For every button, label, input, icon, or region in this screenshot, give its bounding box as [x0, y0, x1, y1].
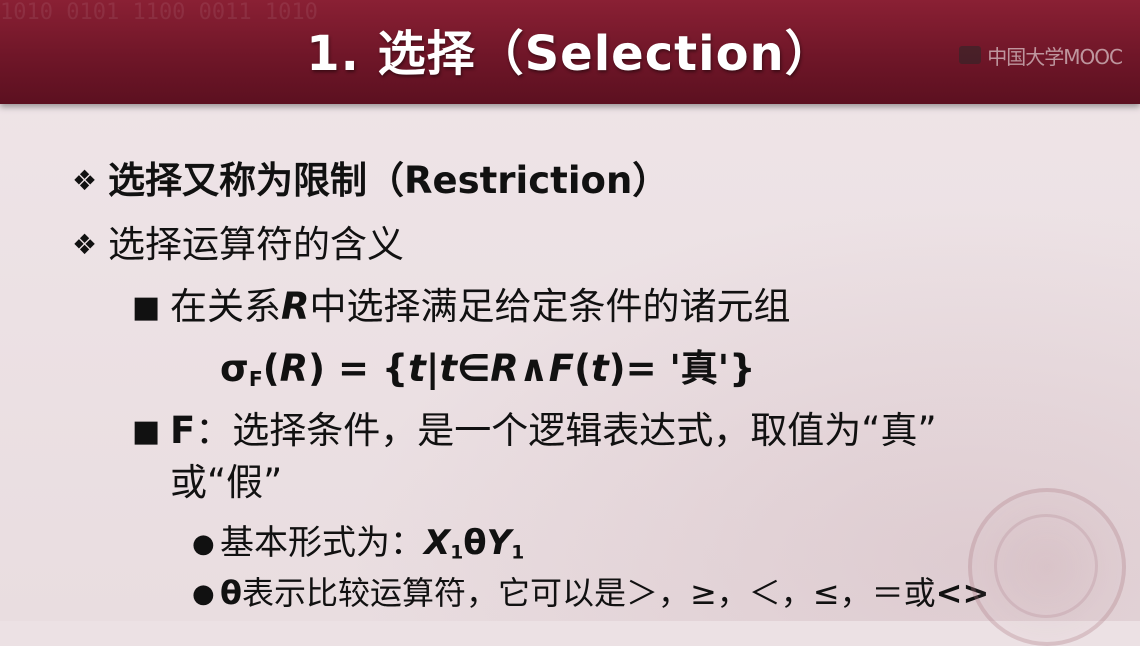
bullet-selection-alias: ❖ 选择又称为限制（Restriction） [72, 150, 669, 204]
title-bar: 1010 0101 1100 0011 1010 1. 选择（Selection… [0, 0, 1140, 104]
y-symbol: Y [486, 523, 512, 563]
mooc-watermark: 中国大学MOOC [959, 42, 1123, 69]
condition-text-cont: 或“假” [170, 461, 283, 504]
diamond-bullet-icon: ❖ [72, 164, 98, 197]
sub-bullet-select-tuples: ■ 在关系R中选择满足给定条件的诸元组 [132, 276, 791, 330]
square-bullet-icon: ■ [132, 290, 161, 325]
formula-bar: | [425, 347, 440, 390]
detail-text: 基本形式为： [220, 523, 424, 563]
formula-relation: R [279, 347, 309, 390]
sub-bullet-condition-cont: 或“假” [170, 452, 282, 506]
detail-text: 表示比较运算符，它可以是＞，≥，＜，≤，＝或 [241, 574, 936, 612]
formula-sigma: σ [220, 347, 249, 390]
formula-end: )= '真'} [608, 347, 756, 390]
relation-symbol: R [281, 285, 310, 328]
bullet-text: 选择运算符的含义 [108, 223, 404, 266]
dot-bullet-icon: ● [192, 529, 215, 559]
x-symbol: X [424, 523, 451, 563]
x-subscript: 1 [450, 542, 464, 564]
formula-lparen: ( [262, 347, 280, 390]
formula-relation: R [490, 347, 519, 390]
mooc-logo-text: 中国大学MOOC [987, 44, 1123, 69]
sub-bullet-text-pre: 在关系 [170, 285, 281, 328]
formula-t: t [590, 347, 609, 390]
formula-and: ∧ [518, 347, 549, 390]
university-seal-watermark [968, 488, 1126, 646]
formula-in: ∈ [457, 347, 491, 390]
formula-subscript: F [248, 367, 263, 392]
square-bullet-icon: ■ [132, 414, 161, 449]
formula-t: t [408, 347, 426, 390]
formula-condition: F [548, 347, 575, 390]
bullet-text: 选择又称为限制（Restriction） [108, 159, 670, 202]
selection-formula: σF(R) = {t|t∈R∧F(t)= '真'} [220, 338, 755, 392]
bullet-operator-meaning: ❖ 选择运算符的含义 [72, 214, 404, 268]
mooc-logo-icon [959, 46, 982, 64]
detail-basic-form: ● 基本形式为：X1θY1 [192, 515, 524, 564]
sub-bullet-condition: ■ F：选择条件，是一个逻辑表达式，取值为“真” [132, 400, 937, 454]
formula-eq: ) = { [308, 347, 409, 390]
dot-bullet-icon: ● [192, 579, 215, 609]
y-subscript: 1 [511, 542, 525, 564]
theta-symbol: θ [220, 574, 242, 612]
sub-bullet-text-post: 中选择满足给定条件的诸元组 [309, 285, 791, 328]
formula-t: t [439, 347, 458, 390]
condition-text: ：选择条件，是一个逻辑表达式，取值为“真” [195, 409, 937, 452]
theta-symbol: θ [463, 523, 487, 563]
seal-inner-ring [994, 514, 1098, 618]
detail-comparison-ops: ● θ表示比较运算符，它可以是＞，≥，＜，≤，＝或<> [192, 568, 989, 614]
formula-lparen: ( [574, 347, 591, 390]
condition-label: F [170, 409, 196, 452]
diamond-bullet-icon: ❖ [72, 228, 98, 261]
